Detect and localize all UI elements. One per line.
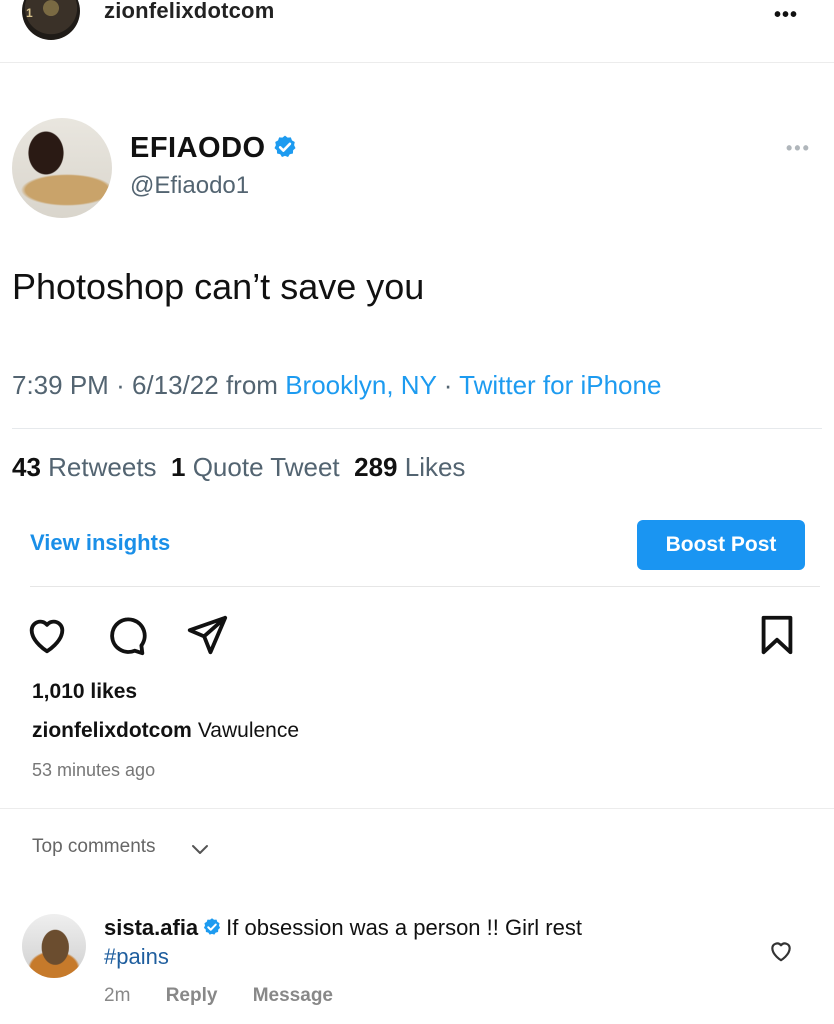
meta-separator: · — [443, 370, 453, 400]
comment-like-heart-icon[interactable] — [768, 938, 794, 964]
quotes-count: 1 — [171, 452, 186, 482]
tweet-from-label: from — [225, 370, 278, 400]
tweet-date: 6/13/22 — [131, 370, 219, 400]
tweet-time: 7:39 PM — [12, 370, 109, 400]
caption-text: Vawulence — [197, 719, 300, 742]
verified-badge-icon — [274, 135, 296, 157]
commenter-username[interactable]: sista.afia — [104, 915, 198, 940]
tweet-author-handle: @Efiaodo1 — [130, 172, 250, 199]
tweet-likes-count: 289 — [354, 452, 398, 482]
comment-time: 2m — [104, 985, 131, 1006]
post-options-icon[interactable]: ••• — [774, 4, 798, 27]
chevron-down-icon[interactable] — [188, 838, 212, 862]
comment-text: If obsession was a person !! Girl rest — [226, 915, 582, 940]
comment-text-line: sista.afia If obsession was a person !! … — [104, 915, 582, 941]
view-insights-link[interactable]: View insights — [30, 530, 170, 556]
meta-separator: · — [116, 370, 125, 400]
divider — [0, 808, 834, 809]
commenter-avatar[interactable] — [22, 914, 86, 978]
verified-badge-icon — [204, 918, 221, 935]
like-heart-icon[interactable] — [24, 612, 70, 658]
tweet-more-icon: ••• — [786, 138, 811, 158]
tweet-location: Brooklyn, NY — [285, 370, 437, 400]
comment-bubble-icon[interactable] — [104, 612, 150, 658]
tweet-stats: 43 Retweets 1 Quote Tweet 289 Likes — [12, 452, 465, 483]
reply-button[interactable]: Reply — [166, 985, 218, 1006]
tweet-author-name: EFIAODO — [130, 132, 298, 165]
post-time-ago: 53 minutes ago — [32, 760, 156, 780]
tweet-author-avatar — [12, 118, 112, 218]
tweet-author-name-text: EFIAODO — [130, 132, 266, 164]
top-comments-label[interactable]: Top comments — [32, 836, 156, 858]
retweets-count: 43 — [12, 452, 41, 482]
divider — [12, 428, 822, 429]
divider — [30, 586, 820, 587]
tweet-likes-label: Likes — [404, 452, 466, 482]
share-send-icon[interactable] — [184, 612, 230, 658]
poster-username[interactable]: zionfelixdotcom — [104, 0, 274, 24]
tweet-source: Twitter for iPhone — [459, 370, 662, 400]
tweet-text: Photoshop can’t save you — [12, 266, 425, 307]
post-likes[interactable]: 1,010 likes — [32, 680, 137, 704]
message-button[interactable]: Message — [253, 985, 333, 1006]
comment-meta: 2m Reply Message — [104, 985, 363, 1007]
retweets-label: Retweets — [48, 452, 157, 482]
comment-hashtag[interactable]: #pains — [104, 944, 169, 970]
save-bookmark-icon[interactable] — [754, 612, 800, 658]
boost-post-button[interactable]: Boost Post — [637, 520, 805, 570]
tweet-meta: 7:39 PM · 6/13/22 from Brooklyn, NY · Tw… — [12, 370, 661, 401]
post-caption: zionfelixdotcom Vawulence — [32, 719, 299, 743]
caption-username[interactable]: zionfelixdotcom — [32, 719, 192, 742]
quotes-label: Quote Tweet — [192, 452, 340, 482]
